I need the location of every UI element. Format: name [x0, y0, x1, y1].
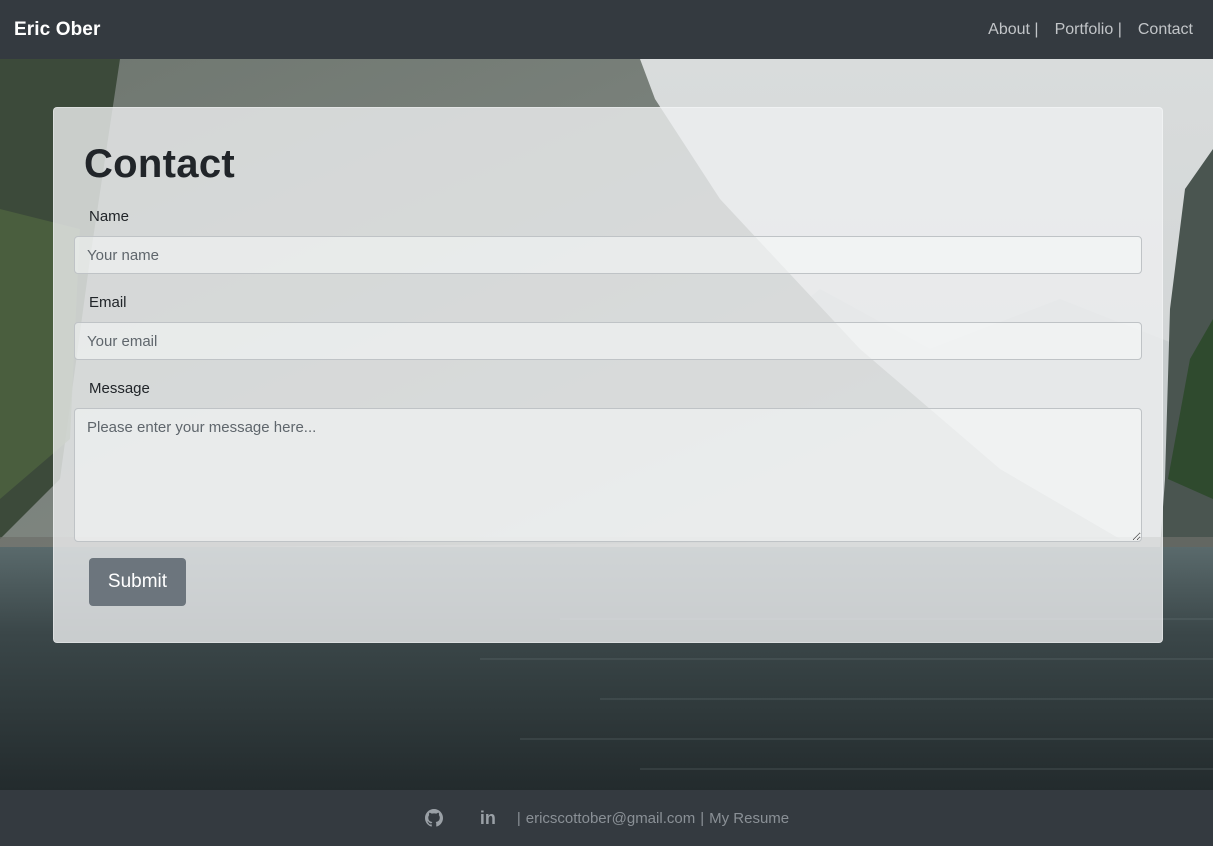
footer: in | ericscottober@gmail.com | My Resume	[0, 790, 1213, 846]
page-title: Contact	[84, 142, 235, 186]
name-input[interactable]	[74, 236, 1142, 274]
nav-link-contact[interactable]: Contact	[1138, 21, 1193, 39]
footer-email-link[interactable]: ericscottober@gmail.com	[526, 810, 695, 827]
navbar: Eric Ober About | Portfolio | Contact	[0, 0, 1213, 59]
footer-separator: |	[700, 809, 705, 827]
footer-separator: |	[516, 809, 521, 827]
github-icon-graphic	[424, 809, 443, 827]
name-label: Name	[89, 208, 130, 225]
nav-links: About | Portfolio | Contact	[988, 21, 1193, 39]
nav-link-about[interactable]: About |	[988, 21, 1038, 39]
linkedin-icon[interactable]: in	[478, 808, 498, 828]
submit-button[interactable]: Submit	[89, 558, 186, 606]
linkedin-icon-glyph: in	[479, 807, 496, 828]
footer-resume-link[interactable]: My Resume	[709, 810, 789, 827]
contact-card: Contact Name Email Message Submit	[53, 107, 1163, 643]
message-label: Message	[89, 380, 150, 397]
brand-link[interactable]: Eric Ober	[14, 19, 100, 41]
message-textarea[interactable]	[74, 408, 1142, 542]
email-input[interactable]	[74, 322, 1142, 360]
nav-link-portfolio[interactable]: Portfolio |	[1055, 21, 1122, 39]
email-label: Email	[89, 294, 127, 311]
github-icon[interactable]	[424, 808, 444, 828]
